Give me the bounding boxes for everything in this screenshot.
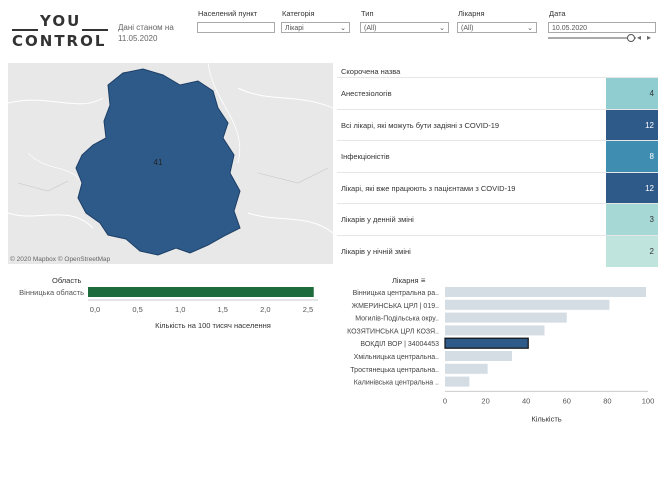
region-chart-tick-label: 1,0 [175, 305, 185, 314]
hospital-chart-title: Лікарня ≡ [392, 276, 425, 285]
map-attribution: © 2020 Mapbox © OpenStreetMap [10, 256, 111, 263]
region-chart: Вінницька область 0,0 0,5 1,0 1,5 2,0 2,5 Кільк… [0, 280, 330, 340]
type-filter-label: Тип [361, 9, 374, 18]
chevron-down-icon: ⌄ [340, 25, 346, 32]
hospital-chart: Вінницька центральна ра.. ЖМЕРИНСЬКА ЦРЛ … [330, 285, 665, 435]
region-chart-tick-label: 1,5 [218, 305, 228, 314]
date-step-forward-button[interactable]: ▸ [647, 33, 651, 42]
hospital-filter-label: Лікарня [458, 9, 485, 18]
hospital-chart-title-text: Лікарня [392, 276, 419, 285]
date-filter-label: Дата [549, 9, 566, 18]
short-table-row-label: Лікарі, які вже працюють з пацієнтами з … [341, 183, 516, 193]
city-filter-input[interactable] [197, 22, 275, 33]
short-table-row-value: 12 [606, 109, 658, 141]
type-filter-value: (All) [364, 25, 377, 32]
short-table-row[interactable]: Лікарів у денній зміні 3 [337, 203, 658, 236]
short-table-row[interactable]: Лікарів у нічній зміні 2 [337, 234, 658, 267]
hospital-chart-bar[interactable] [445, 363, 488, 374]
hospital-chart-category-label: ЖМЕРИНСЬКА ЦРЛ | 019.. [352, 303, 439, 310]
region-chart-bar[interactable] [88, 287, 314, 297]
region-chart-tick-label: 2,5 [303, 305, 313, 314]
short-table-row-label: Лікарів у нічній зміні [341, 246, 411, 256]
hospital-chart-category-label: Вінницька центральна ра.. [353, 289, 439, 297]
hospital-chart-x-label: Кількість [531, 414, 561, 423]
short-table-row-value: 8 [606, 141, 658, 173]
short-table-row[interactable]: Інфекціоністів 8 [337, 140, 658, 173]
short-table-row-label: Інфекціоністів [341, 152, 390, 161]
short-table-row[interactable]: Анестезіологів 4 [337, 77, 658, 110]
category-filter-select[interactable]: Лікарі ⌄ [281, 22, 350, 33]
hospital-chart-bar[interactable] [445, 325, 545, 336]
short-table-header: Скорочена назва [341, 67, 401, 76]
region-chart-x-label: Кількість на 100 тисяч населення [155, 321, 271, 330]
region-map[interactable]: 41 © 2020 Mapbox © OpenStreetMap [8, 63, 333, 264]
map-canvas: 41 [8, 63, 333, 256]
short-table-row-value: 2 [606, 235, 658, 267]
hospital-chart-category-label: ВОКДІЛ ВОР | 34004453 [360, 341, 439, 348]
hospital-chart-tick-label: 100 [642, 396, 655, 405]
short-table-row-value: 4 [606, 78, 658, 110]
hospital-chart-bar[interactable] [445, 299, 610, 310]
hospital-chart-bar[interactable] [445, 376, 470, 387]
chevron-down-icon: ⌄ [439, 25, 445, 32]
hospital-chart-tick-label: 20 [481, 396, 489, 405]
hospital-chart-tick-label: 0 [443, 396, 447, 405]
hospital-chart-category-label: Могилів-Подільська окру.. [355, 315, 439, 323]
short-table-row-label: Анестезіологів [341, 89, 392, 98]
region-chart-tick-label: 2,0 [260, 305, 270, 314]
logo-line1: YOU [40, 12, 82, 30]
hospital-chart-category-label: КОЗЯТИНСЬКА ЦРЛ КОЗЯ.. [347, 328, 439, 335]
hospital-chart-tick-label: 80 [603, 396, 611, 405]
short-table-row[interactable]: Всі лікарі, які можуть бути задіяні з CO… [337, 108, 658, 141]
short-table-row-value: 12 [606, 172, 658, 204]
youcontrol-logo: YOU CONTROL [10, 12, 110, 52]
hospital-chart-bar[interactable] [445, 351, 512, 361]
hospital-chart-tick-label: 40 [522, 396, 530, 405]
chevron-down-icon: ⌄ [527, 25, 533, 32]
short-table-row-label: Лікарів у денній зміні [341, 215, 414, 224]
city-filter-label: Населений пункт [198, 9, 258, 18]
hospital-filter-select[interactable]: (All) ⌄ [457, 22, 537, 33]
hospital-chart-category-label: Калинівська центральна .. [354, 379, 439, 387]
date-step-back-button[interactable]: ◂ [637, 33, 641, 42]
hospital-chart-bar[interactable] [445, 287, 646, 297]
hospital-chart-tick-label: 60 [563, 396, 571, 405]
region-value-label: 41 [154, 158, 163, 167]
hospital-chart-bar[interactable] [445, 312, 567, 323]
hospital-chart-category-label: Хмільницька центральна.. [354, 353, 439, 361]
region-chart-svg: Вінницька область 0,0 0,5 1,0 1,5 2,0 2,5 Кільк… [19, 287, 318, 330]
short-table-row[interactable]: Лікарі, які вже працюють з пацієнтами з … [337, 171, 658, 204]
type-filter-select[interactable]: (All) ⌄ [360, 22, 449, 33]
as-of-label: Дані станом на [118, 23, 174, 32]
as-of-date: Дані станом на 11.05.2020 [118, 22, 174, 44]
region-chart-tick-label: 0,5 [132, 305, 142, 314]
sort-icon[interactable]: ≡ [421, 276, 426, 285]
date-slider-track[interactable] [548, 37, 636, 39]
category-filter-label: Категорія [282, 9, 315, 18]
short-table-row-label: Всі лікарі, які можуть бути задіяні з CO… [341, 120, 500, 130]
hospital-chart-bar[interactable] [444, 337, 529, 349]
category-filter-value: Лікарі [285, 25, 304, 32]
short-table-row-value: 3 [606, 204, 658, 236]
date-slider-handle[interactable] [627, 34, 635, 42]
hospital-chart-category-label: Тростянецька центральна.. [350, 367, 439, 374]
as-of-value: 11.05.2020 [118, 34, 158, 43]
logo-line2: CONTROL [12, 32, 107, 50]
hospital-chart-svg: Вінницька центральна ра.. ЖМЕРИНСЬКА ЦРЛ … [347, 287, 655, 423]
region-chart-tick-label: 0,0 [90, 305, 100, 314]
short-table: Анестезіологів 4 Всі лікарі, які можуть бу… [337, 77, 658, 267]
region-chart-category-label: Вінницька область [19, 288, 84, 297]
hospital-filter-value: (All) [461, 25, 474, 32]
date-filter-input[interactable]: 10.05.2020 [548, 22, 656, 33]
